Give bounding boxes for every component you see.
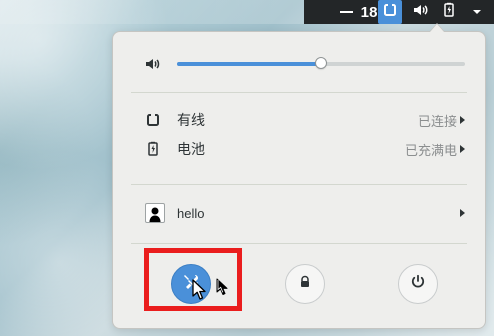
volume-icon — [413, 3, 429, 22]
power-icon — [410, 274, 426, 295]
chevron-right-icon — [460, 116, 465, 124]
network-tray-button[interactable] — [378, 0, 402, 24]
system-tray — [378, 0, 486, 24]
battery-menu-item[interactable]: 电池 已充满电 — [113, 138, 485, 160]
volume-icon — [145, 56, 161, 72]
network-wired-icon — [383, 3, 397, 22]
chevron-right-icon — [460, 209, 465, 217]
network-wired-icon — [145, 112, 161, 128]
menu-separator — [131, 184, 467, 185]
dropdown-icon — [472, 3, 482, 21]
clock-dash — [339, 11, 353, 13]
user-menu-item[interactable]: hello — [113, 199, 485, 227]
volume-row — [113, 55, 485, 73]
menu-separator — [131, 243, 467, 244]
volume-tray-button[interactable] — [412, 3, 430, 21]
battery-tray-button[interactable] — [440, 2, 458, 23]
user-name: hello — [177, 205, 205, 221]
battery-icon — [443, 2, 455, 23]
battery-icon — [145, 141, 161, 157]
user-icon — [145, 203, 165, 223]
power-button[interactable] — [398, 264, 438, 304]
top-bar-empty-area — [0, 0, 304, 24]
lock-button[interactable] — [285, 264, 325, 304]
menu-pointer — [430, 24, 444, 32]
battery-label: 电池 — [177, 141, 205, 157]
volume-slider[interactable] — [177, 57, 465, 69]
wired-status: 已连接 — [417, 113, 457, 129]
dropdown-tray-button[interactable] — [468, 3, 486, 21]
mouse-pointer-icon — [192, 279, 208, 306]
wired-menu-item[interactable]: 有线 已连接 — [113, 109, 485, 131]
menu-separator — [131, 92, 467, 93]
mouse-pointer-icon — [216, 278, 229, 301]
battery-status: 已充满电 — [404, 142, 457, 158]
volume-slider-thumb[interactable] — [315, 57, 327, 69]
top-bar: 18:05 — [0, 0, 494, 24]
chevron-right-icon — [460, 145, 465, 153]
lock-icon — [298, 274, 312, 295]
wired-label: 有线 — [177, 112, 205, 128]
volume-slider-fill — [177, 62, 321, 66]
